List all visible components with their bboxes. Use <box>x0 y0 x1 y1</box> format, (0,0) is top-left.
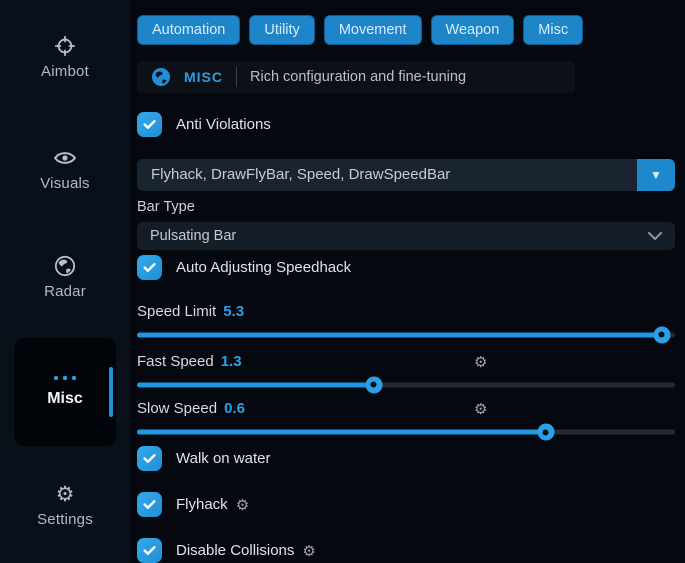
slow-speed-slider[interactable] <box>137 425 675 439</box>
flyhack-row: Flyhack ⚙ <box>137 492 675 517</box>
slow-speed-value: 0.6 <box>224 400 245 417</box>
divider <box>236 67 237 87</box>
anti-violations-label: Anti Violations <box>176 116 271 133</box>
fast-speed-value: 1.3 <box>221 353 242 370</box>
section-title: MISC <box>184 69 223 85</box>
auto-adjusting-speedhack-label: Auto Adjusting Speedhack <box>176 259 351 276</box>
crosshair-icon <box>53 34 77 58</box>
slider-fill <box>137 382 374 387</box>
active-indicator-bar <box>109 367 113 417</box>
section-header: MISC Rich configuration and fine-tuning <box>137 61 575 93</box>
sidebar-label-aimbot: Aimbot <box>41 63 89 80</box>
walk-on-water-label: Walk on water <box>176 450 270 467</box>
slider-fill <box>137 430 546 435</box>
speed-limit-label: Speed Limit <box>137 303 216 320</box>
bar-type-label: Bar Type <box>137 199 675 215</box>
bar-type-value: Pulsating Bar <box>150 228 236 244</box>
flyhack-checkbox[interactable] <box>137 492 162 517</box>
sidebar-item-misc-selected[interactable]: Misc <box>14 338 116 446</box>
disable-collisions-label-text: Disable Collisions <box>176 542 294 559</box>
sidebar-item-visuals[interactable]: Visuals <box>40 146 89 192</box>
flyhack-gear-icon[interactable]: ⚙ <box>236 496 249 514</box>
tab-utility[interactable]: Utility <box>249 15 314 45</box>
tab-automation[interactable]: Automation <box>137 15 240 45</box>
auto-adjusting-speedhack-row: Auto Adjusting Speedhack <box>137 255 675 280</box>
disable-collisions-row: Disable Collisions ⚙ <box>137 538 675 563</box>
speed-limit-slider-handle[interactable] <box>653 326 670 343</box>
slider-fill <box>137 332 662 337</box>
sidebar-label-visuals: Visuals <box>40 175 89 192</box>
slow-speed-gear-icon[interactable]: ⚙ <box>474 400 487 418</box>
sidebar-label-radar: Radar <box>44 283 86 300</box>
slow-speed-slider-handle[interactable] <box>537 424 554 441</box>
tab-misc[interactable]: Misc <box>523 15 583 45</box>
globe-icon <box>151 67 171 87</box>
bar-multiselect-value: Flyhack, DrawFlyBar, Speed, DrawSpeedBar <box>137 166 637 183</box>
fast-speed-gear-icon[interactable]: ⚙ <box>474 353 487 371</box>
section-subtitle: Rich configuration and fine-tuning <box>250 69 466 85</box>
globe-icon <box>53 254 77 278</box>
eye-icon <box>53 146 77 170</box>
cheat-menu-window: Aimbot Visuals Radar Mi <box>0 0 685 563</box>
triangle-down-icon: ▼ <box>650 168 662 182</box>
gear-icon: ⚙ <box>53 482 77 506</box>
anti-violations-checkbox[interactable] <box>137 112 162 137</box>
bar-multiselect[interactable]: Flyhack, DrawFlyBar, Speed, DrawSpeedBar… <box>137 159 675 191</box>
chevron-down-icon <box>648 232 662 240</box>
speed-limit-slider[interactable] <box>137 328 675 342</box>
disable-collisions-checkbox[interactable] <box>137 538 162 563</box>
disable-collisions-label: Disable Collisions ⚙ <box>176 542 316 560</box>
main-content: Automation Utility Movement Weapon Misc … <box>130 0 685 563</box>
tab-weapon[interactable]: Weapon <box>431 15 515 45</box>
fast-speed-slider[interactable] <box>137 378 675 392</box>
sidebar: Aimbot Visuals Radar Mi <box>0 0 130 563</box>
sidebar-item-aimbot[interactable]: Aimbot <box>41 34 89 80</box>
speed-limit-label-row: Speed Limit 5.3 <box>137 303 675 320</box>
sidebar-label-misc: Misc <box>47 390 83 408</box>
tab-movement[interactable]: Movement <box>324 15 422 45</box>
auto-adjusting-speedhack-checkbox[interactable] <box>137 255 162 280</box>
bar-multiselect-dropdown-button[interactable]: ▼ <box>637 159 675 191</box>
category-tabs: Automation Utility Movement Weapon Misc <box>137 15 675 45</box>
ellipsis-icon <box>54 376 76 380</box>
fast-speed-label: Fast Speed <box>137 353 214 370</box>
speed-limit-value: 5.3 <box>223 303 244 320</box>
bar-type-select[interactable]: Pulsating Bar <box>137 222 675 250</box>
sidebar-item-radar[interactable]: Radar <box>44 254 86 300</box>
sidebar-item-settings[interactable]: ⚙ Settings <box>37 482 93 528</box>
slow-speed-label-row: Slow Speed 0.6 ⚙ <box>137 400 675 417</box>
fast-speed-label-row: Fast Speed 1.3 ⚙ <box>137 353 675 370</box>
flyhack-label: Flyhack ⚙ <box>176 496 249 514</box>
walk-on-water-row: Walk on water <box>137 446 675 471</box>
disable-collisions-gear-icon[interactable]: ⚙ <box>302 542 315 560</box>
fast-speed-slider-handle[interactable] <box>365 376 382 393</box>
anti-violations-row: Anti Violations <box>137 112 675 137</box>
walk-on-water-checkbox[interactable] <box>137 446 162 471</box>
sidebar-label-settings: Settings <box>37 511 93 528</box>
flyhack-label-text: Flyhack <box>176 496 228 513</box>
slow-speed-label: Slow Speed <box>137 400 217 417</box>
